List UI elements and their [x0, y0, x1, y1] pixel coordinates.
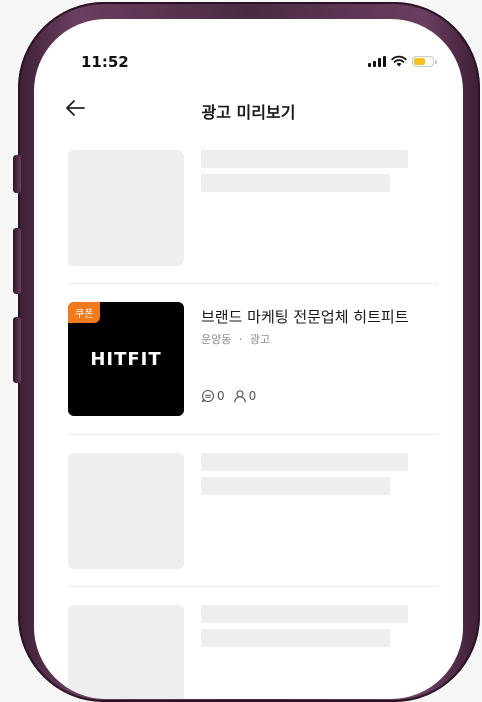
placeholder-title-bar	[201, 453, 408, 471]
divider	[68, 434, 438, 435]
ad-title: 브랜드 마케팅 전문업체 히트피트	[201, 308, 409, 326]
placeholder-title-bar	[201, 150, 408, 168]
side-button	[13, 155, 21, 193]
user-icon	[233, 390, 246, 403]
phone-screen: 11:52 광고 미리보기 쿠폰 HITFIT 브랜드 마케팅 전문업체 히트피…	[34, 19, 463, 699]
status-icons	[368, 55, 437, 67]
placeholder-thumbnail	[68, 453, 184, 569]
ad-thumbnail: 쿠폰 HITFIT	[68, 302, 184, 416]
ad-stats: 0 0	[201, 389, 256, 403]
ad-location: 운양동	[201, 333, 232, 346]
meta-separator: ·	[238, 333, 243, 346]
placeholder-thumbnail	[68, 605, 184, 699]
page-title: 광고 미리보기	[201, 103, 296, 122]
status-time: 11:52	[81, 53, 129, 71]
signal-icon	[368, 55, 386, 67]
coupon-badge: 쿠폰	[68, 302, 101, 323]
ad-type: 광고	[249, 333, 271, 346]
placeholder-title-bar	[201, 605, 408, 623]
placeholder-subtitle-bar	[201, 174, 390, 192]
wifi-icon	[391, 55, 407, 67]
placeholder-subtitle-bar	[201, 629, 390, 647]
side-button	[13, 317, 21, 383]
ad-meta: 운양동 · 광고	[201, 331, 270, 347]
battery-icon	[412, 55, 437, 67]
placeholder-subtitle-bar	[201, 477, 390, 495]
like-count: 0	[248, 389, 257, 403]
placeholder-thumbnail	[68, 150, 184, 266]
brand-logo: HITFIT	[90, 349, 162, 370]
divider	[68, 283, 438, 284]
side-button	[13, 228, 21, 294]
comment-count: 0	[217, 389, 225, 403]
comment-icon	[201, 389, 215, 403]
divider	[68, 586, 438, 587]
